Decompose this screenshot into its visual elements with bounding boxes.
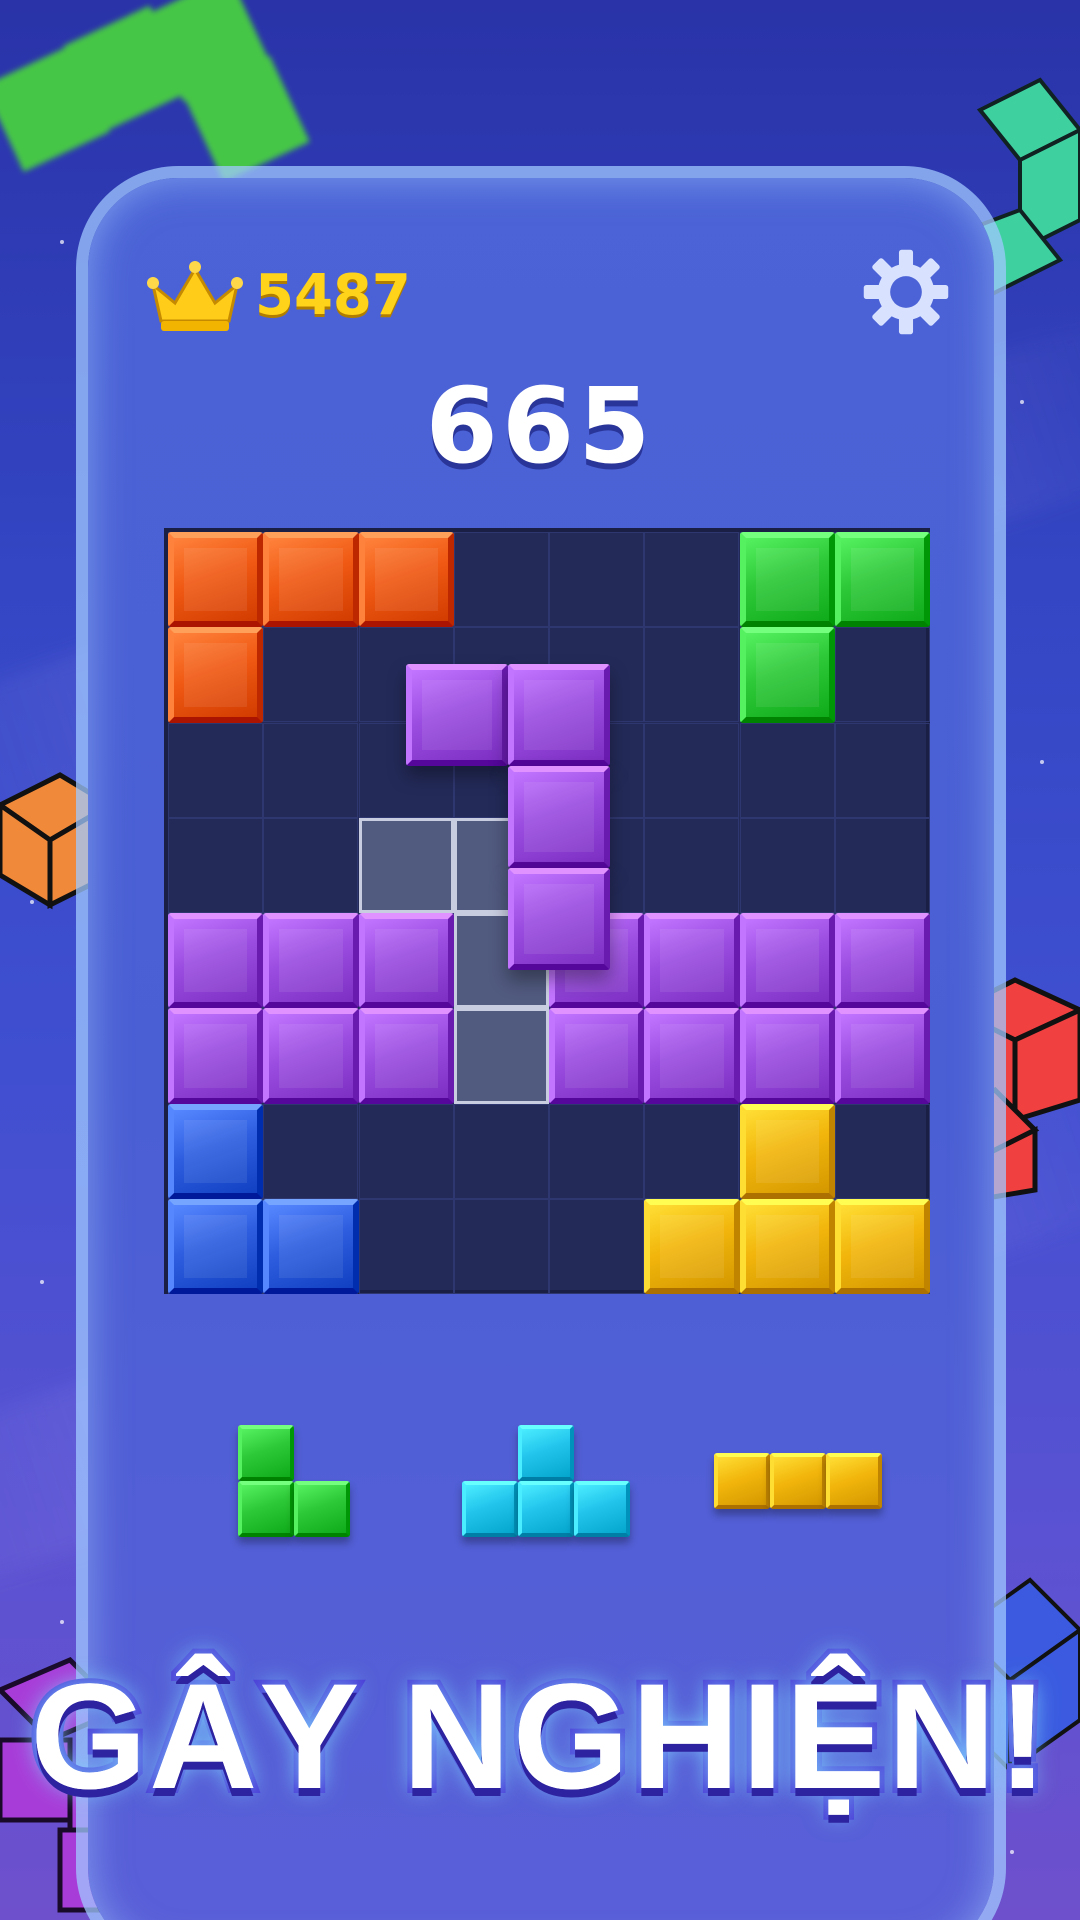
board-cell[interactable] — [549, 532, 644, 627]
purple-block — [168, 1008, 264, 1104]
orange-block — [168, 532, 264, 628]
board-cell[interactable] — [263, 722, 359, 818]
yellow-tray-block — [714, 1453, 770, 1509]
green-tray-block — [294, 1481, 350, 1537]
board-cell[interactable] — [739, 817, 835, 913]
green-block — [739, 627, 835, 723]
current-score: 665 — [425, 365, 655, 487]
board-cell[interactable] — [644, 1103, 740, 1199]
cyan-tray-block — [518, 1425, 574, 1481]
purple-dragged-block[interactable] — [508, 766, 610, 868]
board-cell[interactable] — [644, 722, 740, 818]
yellow-tray-block — [770, 1453, 826, 1509]
purple-block — [168, 913, 264, 1009]
board-cell[interactable] — [358, 1198, 454, 1294]
board-cell[interactable] — [834, 817, 930, 913]
blue-block — [168, 1198, 264, 1294]
purple-block — [549, 1008, 645, 1104]
purple-block — [263, 913, 359, 1009]
board-cell[interactable] — [834, 1103, 930, 1199]
cyan-tray-block — [462, 1481, 518, 1537]
board-cell[interactable] — [453, 1103, 549, 1199]
purple-dragged-block[interactable] — [508, 664, 610, 766]
orange-block — [358, 532, 454, 628]
board-cell[interactable] — [168, 817, 263, 913]
placement-preview-cell — [453, 1008, 549, 1104]
blue-block — [263, 1198, 359, 1294]
purple-block — [739, 913, 835, 1009]
purple-block — [358, 913, 454, 1009]
board-cell[interactable] — [263, 817, 359, 913]
green-tray-block — [238, 1425, 294, 1481]
board-cell[interactable] — [263, 627, 359, 723]
best-score-display: 5487 — [145, 255, 411, 335]
game-screen: 5487 665 GÂY NGHIỆN! — [0, 0, 1080, 1920]
board-cell[interactable] — [549, 1198, 644, 1294]
yellow-block — [644, 1198, 740, 1294]
best-score-value: 5487 — [255, 262, 411, 328]
yellow-tray-block — [826, 1453, 882, 1509]
purple-block — [263, 1008, 359, 1104]
gear-icon[interactable] — [862, 248, 950, 336]
board-cell[interactable] — [644, 532, 740, 627]
purple-dragged-block[interactable] — [508, 868, 610, 970]
board-cell[interactable] — [453, 1198, 549, 1294]
board-cell[interactable] — [739, 722, 835, 818]
placement-preview-cell — [358, 817, 454, 913]
green-block — [834, 532, 930, 628]
purple-dragged-block[interactable] — [406, 664, 508, 766]
orange-block — [263, 532, 359, 628]
purple-block — [739, 1008, 835, 1104]
board-cell[interactable] — [263, 1103, 359, 1199]
orange-block — [168, 627, 264, 723]
cyan-tray-block — [574, 1481, 630, 1537]
blue-block — [168, 1103, 264, 1199]
yellow-block — [834, 1198, 930, 1294]
board-cell[interactable] — [453, 532, 549, 627]
cyan-tray-block — [518, 1481, 574, 1537]
board-cell[interactable] — [834, 627, 930, 723]
board-cell[interactable] — [644, 627, 740, 723]
green-block — [739, 532, 835, 628]
board-cell[interactable] — [549, 1103, 644, 1199]
board-cell[interactable] — [168, 722, 263, 818]
yellow-block — [739, 1198, 835, 1294]
promo-banner: GÂY NGHIỆN! — [25, 1647, 1052, 1825]
purple-block — [644, 1008, 740, 1104]
board-cell[interactable] — [834, 722, 930, 818]
purple-block — [358, 1008, 454, 1104]
board-cell[interactable] — [644, 817, 740, 913]
purple-block — [644, 913, 740, 1009]
green-tray-block — [238, 1481, 294, 1537]
board-cell[interactable] — [358, 1103, 454, 1199]
purple-block — [834, 913, 930, 1009]
crown-icon — [147, 261, 243, 331]
purple-block — [834, 1008, 930, 1104]
yellow-block — [739, 1103, 835, 1199]
